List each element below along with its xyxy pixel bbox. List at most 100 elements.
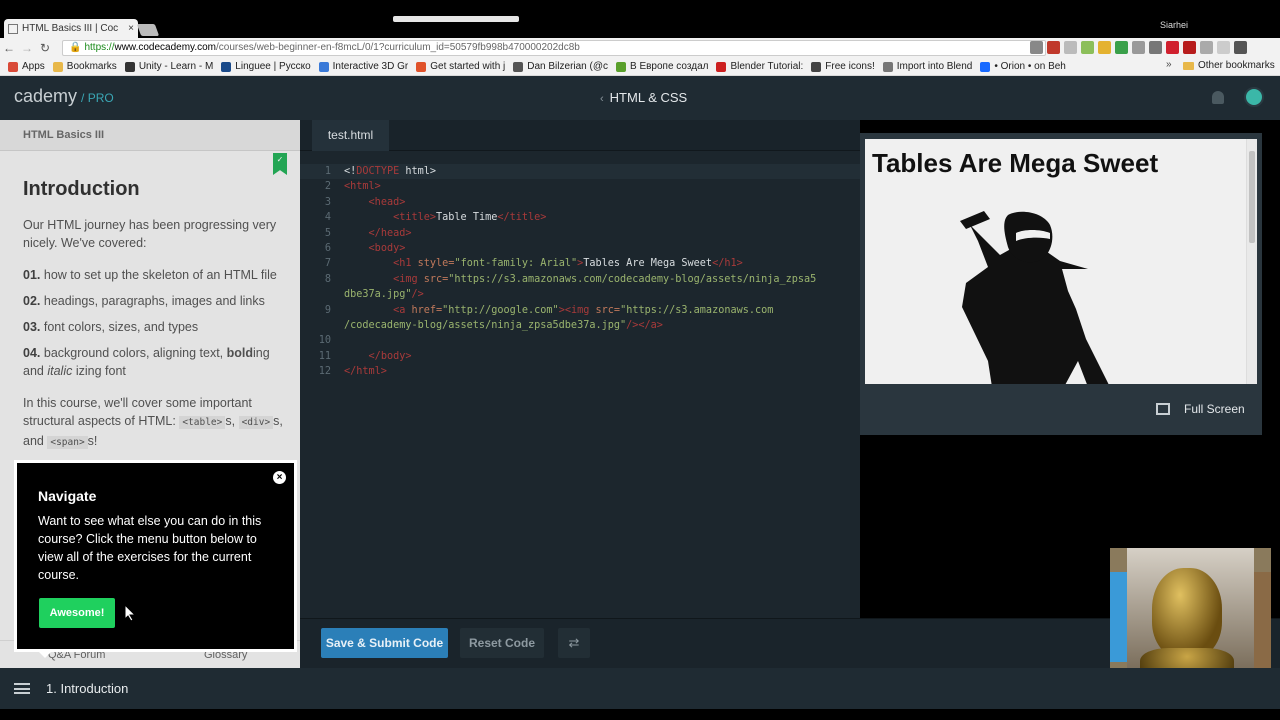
extension-icon[interactable] (1149, 41, 1162, 54)
code-line[interactable]: /codecademy-blog/assets/ninja_zpsa5dbe37… (300, 318, 860, 333)
full-screen-button[interactable]: Full Screen (1156, 395, 1256, 423)
chrome-menu-icon[interactable] (1234, 41, 1247, 54)
mouse-cursor-icon (124, 604, 136, 622)
tooltip-text: Want to see what else you can do in this… (38, 514, 262, 582)
app-header: code cademy / PRO ‹ HTML & CSS (0, 76, 1280, 152)
save-submit-button[interactable]: Save & Submit Code (321, 628, 448, 658)
browser-user-name[interactable]: Siarhei (1160, 20, 1188, 30)
bookmark-label: Free icons! (825, 61, 875, 72)
bookmark-item[interactable]: В Европе создал (616, 61, 708, 72)
scrollbar-thumb[interactable] (1249, 151, 1255, 243)
search-icon[interactable] (1030, 41, 1043, 54)
extension-icon[interactable] (1200, 41, 1213, 54)
bookmark-item[interactable]: Apps (8, 61, 45, 72)
notification-bell-icon[interactable] (1212, 91, 1224, 104)
code-text: </head> (368, 227, 412, 239)
star-extension-icon[interactable] (1098, 41, 1111, 54)
bookmark-item[interactable]: Import into Blend (882, 61, 973, 72)
extension-icon[interactable] (1064, 41, 1077, 54)
code-line[interactable]: 9 <a href="http://google.com"><img src="… (300, 303, 860, 318)
bookmark-item[interactable]: Get started with j (416, 61, 505, 72)
extension-icons (1030, 41, 1247, 54)
bookmark-item[interactable]: Blender Tutorial: (716, 61, 803, 72)
swap-icon[interactable]: ⇄ (558, 628, 590, 658)
browser-toolbar: ← → ↻ 🔒 https://www.codecademy.com/course… (0, 38, 1280, 58)
full-screen-icon (1156, 403, 1170, 415)
logo-cademy: cademy (14, 86, 78, 106)
current-lesson-label[interactable]: 1. Introduction (46, 681, 128, 696)
back-arrow-icon[interactable]: ← (0, 41, 18, 55)
code-line[interactable]: 8 <img src="https://s3.amazonaws.com/cod… (300, 272, 860, 287)
code-line[interactable]: 7 <h1 style="font-family: Arial">Tables … (300, 256, 860, 271)
ninja-image[interactable] (960, 211, 1130, 384)
webcam-background (1110, 572, 1128, 662)
hamburger-menu-icon[interactable] (14, 683, 30, 694)
extension-icon[interactable] (1115, 41, 1128, 54)
opera-extension-icon[interactable] (1166, 41, 1179, 54)
course-title[interactable]: ‹ HTML & CSS (600, 90, 687, 105)
code-text: <body> (368, 242, 406, 254)
code-line[interactable]: 12 </html> (300, 364, 860, 379)
browser-tab-active[interactable]: HTML Basics III | Coc × (4, 19, 138, 38)
code-area[interactable]: 1 <!DOCTYPE html> 2 <html> 3 <head> 4 <title>… (300, 164, 860, 379)
bookmark-item[interactable]: Interactive 3D Gr (318, 61, 408, 72)
code-line[interactable]: 1 <!DOCTYPE html> (300, 164, 860, 180)
forward-arrow-icon[interactable]: → (18, 41, 36, 55)
code-line[interactable]: 6 <body> (300, 241, 860, 256)
code-line[interactable]: 2 <html> (300, 179, 860, 194)
preview-scrollbar[interactable] (1246, 139, 1257, 384)
code-line[interactable]: 5 </head> (300, 226, 860, 241)
code-text: dbe37a.jpg"/> (344, 289, 424, 301)
bookmark-item[interactable]: Unity - Learn - M (124, 61, 213, 72)
codecademy-logo[interactable]: code cademy / PRO (13, 86, 573, 152)
adblock-icon[interactable] (1183, 41, 1196, 54)
preview-panel: Tables Are Mega Sweet Full Screen (860, 133, 1262, 435)
close-icon[interactable]: × (273, 471, 286, 484)
bookmarks-bar: Apps Bookmarks Unity - Learn - M Linguee | … (0, 58, 1280, 76)
dragged-tab-ghost (393, 16, 519, 22)
code-line[interactable]: 10 (300, 333, 860, 348)
bookmark-label: Get started with j (430, 61, 506, 72)
bookmark-icon (811, 61, 822, 72)
bookmark-item[interactable]: • Orion • on Beh (980, 61, 1066, 72)
new-tab-button[interactable] (136, 24, 160, 36)
other-bookmarks-folder[interactable]: Other bookmarks (1183, 60, 1275, 71)
bookmarks-overflow-icon[interactable]: » (1166, 59, 1172, 70)
code-text: <!DOCTYPE html> (344, 166, 437, 177)
line-number: 4 (324, 212, 331, 224)
page-icon (8, 23, 18, 34)
code-line[interactable]: dbe37a.jpg"/> (300, 287, 860, 302)
line-number: 11 (318, 350, 331, 362)
code-line[interactable]: 11 </body> (300, 349, 860, 364)
line-number: 12 (318, 366, 331, 378)
extension-icon[interactable] (1081, 41, 1094, 54)
browser-tab-bar: HTML Basics III | Coc × Siarhei (0, 0, 1280, 38)
code-line[interactable]: 3 <head> (300, 195, 860, 210)
awesome-button[interactable]: Awesome! (39, 598, 115, 628)
bookmark-icon (980, 61, 991, 72)
navigate-tooltip: × Navigate Want to see what else you can… (14, 460, 297, 652)
tab-test-html[interactable]: test.html (312, 120, 389, 151)
bookmark-item[interactable]: Bookmarks (52, 61, 117, 72)
tab-close-icon[interactable]: × (128, 23, 134, 34)
avatar[interactable] (1244, 87, 1264, 107)
pdf-extension-icon[interactable] (1047, 41, 1060, 54)
code-line[interactable]: 4 <title>Table Time</title> (300, 210, 860, 225)
bookmark-item[interactable]: Dan Bilzerian (@c (513, 61, 608, 72)
bookmark-label: Import into Blend (896, 61, 973, 72)
code-text: </html> (344, 366, 387, 378)
line-number: 9 (324, 304, 331, 316)
preview-frame[interactable]: Tables Are Mega Sweet (865, 139, 1257, 384)
bookmark-icon (8, 61, 18, 72)
other-bookmarks-label: Other bookmarks (1198, 60, 1275, 71)
bookmark-icon (318, 61, 329, 72)
reload-icon[interactable]: ↻ (36, 41, 54, 55)
bookmark-label: Linguee | Русско (235, 61, 311, 72)
code-text: </body> (368, 350, 412, 362)
bookmark-item[interactable]: Free icons! (811, 61, 875, 72)
bookmark-star-icon[interactable] (1132, 41, 1145, 54)
address-bar[interactable]: 🔒 https://www.codecademy.com/courses/web-… (62, 40, 1046, 56)
bookmark-item[interactable]: Linguee | Русско (221, 61, 311, 72)
extension-icon[interactable] (1217, 41, 1230, 54)
reset-code-button[interactable]: Reset Code (460, 628, 544, 658)
